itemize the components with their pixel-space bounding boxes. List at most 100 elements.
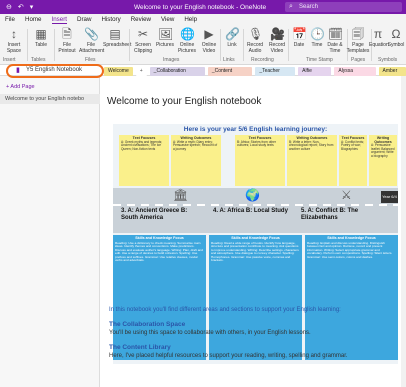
quick-access-toolbar: ⊖ ↶ ▾ — [0, 3, 60, 11]
record-audio-button[interactable]: 🎙 Record Audio — [243, 27, 267, 54]
skills-panel: Skills and Knowledge Focus Reading: Expla… — [305, 235, 398, 360]
year-end-sign: Year 6/4 — [381, 191, 398, 203]
group-label-files: Files — [85, 57, 96, 63]
page-templates-icon: 🗐 — [352, 27, 364, 41]
search-box[interactable]: ⌕ Search — [285, 2, 402, 12]
ribbon: ↕ Insert Space ▦ Table 🗎 File Printout 📎 Fil… — [0, 25, 406, 65]
file-printout-icon: 🗎 — [62, 27, 72, 41]
ribbon-tabs: File Home Insert Draw History Review Vie… — [0, 14, 406, 25]
page-list-item[interactable]: Welcome to your English notebo — [0, 94, 100, 104]
window-title: Welcome to your English notebook - OneNo… — [133, 3, 267, 11]
spreadsheet-button[interactable]: ▤ Spreadsheet — [103, 27, 131, 49]
page-templates-button[interactable]: 🗐 Page Templates — [346, 27, 370, 54]
spreadsheet-icon: ▤ — [109, 27, 121, 41]
date-time-button[interactable]: 🗓 Date & Time — [323, 27, 347, 54]
time-icon: 🕒 — [310, 27, 325, 41]
intro-text[interactable]: In this notebook you'll find different a… — [109, 307, 341, 313]
symbol-icon: Ω — [391, 27, 401, 41]
ribbon-separator — [27, 29, 28, 61]
online-video-button[interactable]: ▶ Online Video — [197, 27, 221, 54]
tab-file[interactable]: File — [5, 16, 15, 23]
date-time-icon: 🗓 — [328, 27, 344, 41]
group-label-tables: Tables — [31, 57, 46, 63]
section-tab-teacher-only[interactable]: _Teacher Only — [255, 67, 296, 83]
record-video-icon: 🎥 — [270, 27, 285, 41]
crossed-swords-icon: ⚔ — [341, 188, 352, 202]
search-icon: ⌕ — [289, 3, 293, 10]
equation-button[interactable]: π Equation — [369, 27, 389, 49]
skills-panel: Skills and Knowledge Focus Reading: Use a… — [113, 235, 206, 360]
file-attachment-button[interactable]: 📎 File Attachment — [79, 27, 104, 54]
link-button[interactable]: 🔗 Link — [220, 27, 244, 49]
symbol-button[interactable]: Ω Symbol — [387, 27, 405, 49]
temple-icon: 🏛 — [173, 188, 189, 202]
page-canvas[interactable]: Welcome to your English notebook Here is… — [101, 76, 406, 387]
group-label-time-stamp: Time Stamp — [306, 57, 333, 63]
section-tab-content-library[interactable]: _Content Library — [207, 67, 253, 83]
dropdown-icon[interactable]: ▾ — [30, 3, 34, 11]
add-section-button[interactable]: + — [135, 67, 147, 76]
record-video-button[interactable]: 🎥 Record Video — [265, 27, 289, 54]
journey-stop-3: 3. A: Ancient Greece B: South America — [121, 208, 188, 221]
learning-journey-infographic: Here is your year 5/6 English learning j… — [113, 124, 398, 364]
globe-icon: 🌍 — [245, 188, 260, 202]
content-library-text[interactable]: Here, I've placed helpful resources to s… — [109, 353, 348, 359]
section-tab-amber[interactable]: Amber R — [378, 67, 406, 83]
online-pictures-button[interactable]: 🌐 Online Pictures — [175, 27, 199, 54]
insert-space-button[interactable]: ↕ Insert Space — [2, 27, 26, 54]
section-tab-alfie[interactable]: Alfie Roach — [298, 67, 332, 83]
file-printout-button[interactable]: 🗎 File Printout — [55, 27, 79, 54]
note-box: Writing Outcomes A: Write a myth; Diary e… — [171, 135, 221, 186]
note-box: Text Focuses A: Greek myths and legends; … — [119, 135, 169, 186]
tab-insert[interactable]: Insert — [51, 16, 67, 24]
tab-help[interactable]: Help — [184, 16, 197, 23]
note-box: Writing Outcomes A: Persuasive leaflet; B… — [369, 135, 397, 186]
ribbon-separator — [129, 29, 130, 61]
group-label-images: Images — [163, 57, 180, 63]
online-pictures-icon: 🌐 — [180, 27, 195, 41]
page-list-pane: + Add Page Welcome to your English noteb… — [0, 76, 100, 387]
vertical-scrollbar[interactable] — [401, 76, 406, 387]
attachment-icon: 📎 — [84, 27, 99, 41]
insert-space-icon: ↕ — [11, 27, 17, 41]
collaboration-heading[interactable]: The Collaboration Space — [109, 321, 185, 328]
group-label-insert: Insert — [3, 57, 16, 63]
section-tab-alyssa[interactable]: Alyssa Jamsed — [334, 67, 376, 83]
content-library-heading[interactable]: The Content Library — [109, 344, 171, 351]
screen-clipping-button[interactable]: ✂ Screen Clipping — [131, 27, 155, 54]
road-markings — [113, 204, 398, 206]
date-icon: 📅 — [292, 27, 307, 41]
page-title[interactable]: Welcome to your English notebook — [107, 96, 261, 107]
add-page-button[interactable]: + Add Page — [6, 84, 35, 90]
tab-draw[interactable]: Draw — [77, 16, 91, 23]
note-box: Text Focuses B: Africa; Stories from othe… — [235, 135, 285, 186]
tab-home[interactable]: Home — [25, 16, 42, 23]
equation-icon: π — [373, 27, 383, 41]
note-box: Text Focuses A: Conflict texts; Poetry of… — [339, 135, 367, 186]
highlight-oval — [6, 64, 104, 78]
collaboration-text[interactable]: You'll be using this space to collaborat… — [109, 330, 311, 336]
journey-stop-4: 4. A: Africa B: Local Study — [213, 208, 288, 214]
pictures-icon: 🖼 — [158, 27, 174, 41]
skills-panel: Skills and Knowledge Focus Reading: Read … — [209, 235, 302, 360]
group-label-pages: Pages — [351, 57, 366, 63]
group-label-symbols: Symbols — [378, 57, 398, 63]
audio-icon: 🎙 — [248, 27, 264, 41]
video-icon: ▶ — [204, 27, 214, 41]
pictures-button[interactable]: 🖼 Pictures — [153, 27, 177, 49]
section-tabs: Welcome + _Collaboration Space _Content … — [104, 67, 406, 83]
search-placeholder: Search — [299, 4, 319, 10]
note-box: Writing Outcomes B: Write a letter; Non-c… — [287, 135, 337, 186]
infographic-title: Here is your year 5/6 English learning j… — [183, 126, 328, 133]
table-button[interactable]: ▦ Table — [29, 27, 53, 49]
tab-review[interactable]: Review — [131, 16, 151, 23]
section-tab-collaboration[interactable]: _Collaboration Space — [149, 67, 205, 83]
group-label-links: Links — [223, 57, 235, 63]
undo-icon[interactable]: ↶ — [18, 3, 24, 11]
section-tab-welcome[interactable]: Welcome — [104, 67, 133, 76]
back-icon[interactable]: ⊖ — [6, 3, 12, 11]
tab-history[interactable]: History — [101, 16, 120, 23]
tab-view[interactable]: View — [161, 16, 174, 23]
group-label-recording: Recording — [251, 57, 274, 63]
screen-clip-icon: ✂ — [137, 27, 149, 41]
